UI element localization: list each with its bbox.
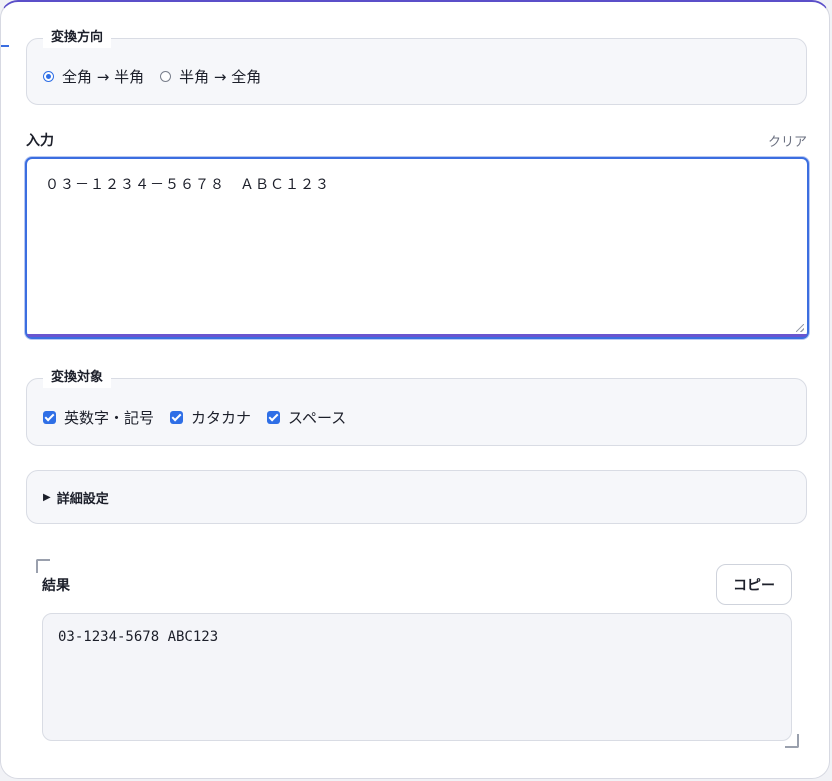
result-output[interactable]: 03-1234-5678 ABC123 [42, 613, 792, 741]
direction-option-full-to-half[interactable]: 全角 → 半角 [43, 66, 144, 87]
advanced-settings-label: 詳細設定 [56, 491, 109, 507]
accent-mark [1, 45, 9, 47]
target-option-space[interactable]: スペース [267, 407, 346, 428]
target-option-katakana[interactable]: カタカナ [170, 407, 251, 428]
targets-options: 英数字・記号 カタカナ スペース [43, 407, 362, 428]
input-label: 入力 [26, 133, 54, 149]
direction-option-label: 半角 → 全角 [179, 68, 262, 86]
checkbox-checked-icon[interactable] [43, 411, 56, 424]
resize-grip-icon[interactable] [796, 324, 804, 332]
input-value: ０３－１２３４－５６７８ ＡＢＣ１２３ [45, 177, 330, 193]
radio-selected-icon[interactable] [43, 71, 54, 82]
targets-fieldset: 変換対象 英数字・記号 カタカナ スペース [26, 368, 807, 446]
result-value: 03-1234-5678 ABC123 [58, 629, 219, 645]
direction-option-label: 全角 → 半角 [62, 68, 145, 86]
triangle-right-icon: ▶ [43, 491, 51, 503]
direction-options: 全角 → 半角 半角 → 全角 [43, 66, 277, 87]
clear-button[interactable]: クリア [768, 131, 807, 150]
result-label: 結果 [42, 578, 70, 594]
target-option-label: 英数字・記号 [64, 409, 155, 427]
direction-legend: 変換方向 [43, 28, 112, 48]
direction-fieldset: 変換方向 全角 → 半角 半角 → 全角 [26, 28, 807, 105]
target-option-alnum[interactable]: 英数字・記号 [43, 407, 154, 428]
result-corner-bottom-right [785, 734, 799, 748]
result-corner-top-left [36, 559, 50, 573]
radio-icon[interactable] [160, 71, 172, 82]
target-option-label: カタカナ [191, 409, 252, 427]
direction-option-half-to-full[interactable]: 半角 → 全角 [160, 66, 261, 87]
input-label-row: 入力 クリア [26, 130, 807, 150]
copy-button[interactable]: コピー [716, 564, 792, 605]
targets-legend: 変換対象 [43, 368, 112, 388]
converter-card: 変換方向 全角 → 半角 半角 → 全角 入力 クリア ０３－１２３４－５６７８… [0, 0, 830, 779]
advanced-settings-toggle[interactable]: ▶ 詳細設定 [26, 470, 807, 524]
checkbox-checked-icon[interactable] [170, 411, 184, 424]
target-option-label: スペース [288, 409, 347, 427]
input-textarea[interactable]: ０３－１２３４－５６７８ ＡＢＣ１２３ [25, 157, 809, 339]
checkbox-checked-icon[interactable] [267, 411, 281, 424]
